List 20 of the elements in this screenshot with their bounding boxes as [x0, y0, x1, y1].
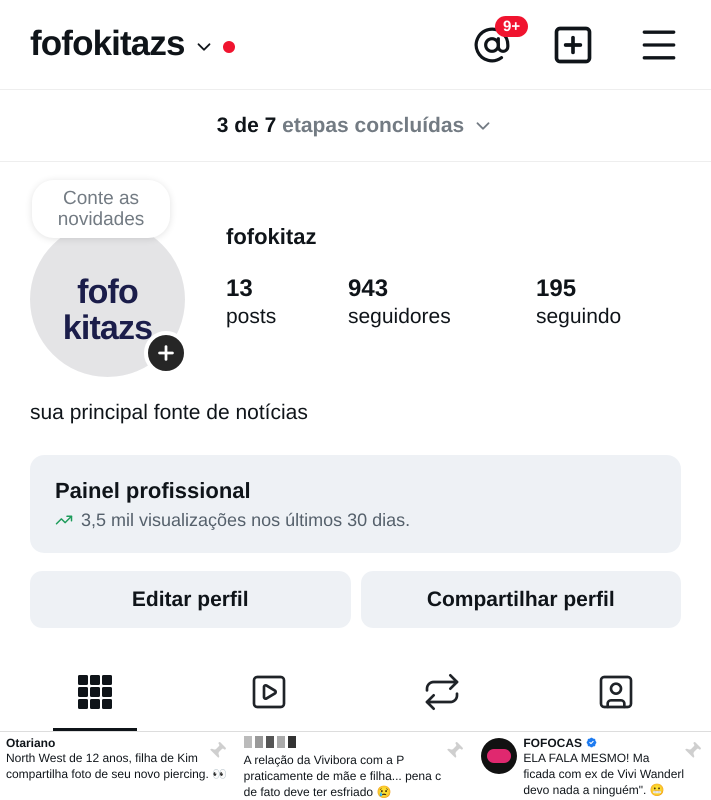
post-text: compartilha foto de seu novo piercing. 👀: [6, 766, 228, 782]
post-text: de fato deve ter esfriado 😢: [244, 784, 392, 800]
profile-name: fofokitaz: [226, 223, 318, 252]
post-text: ELA FALA MESMO! Ma: [523, 750, 650, 766]
post-author: Otariano: [6, 736, 56, 750]
logo-text: fofo: [77, 274, 138, 310]
post-text: devo nada a ninguém". 😬: [523, 782, 666, 798]
notification-badge: 9+: [495, 16, 528, 37]
dashboard-subtitle: 3,5 mil visualizações nos últimos 30 dias.: [81, 508, 410, 532]
post-text: praticamente de mãe e filha... pena c: [244, 768, 442, 784]
stat-value: 13: [226, 275, 254, 304]
post-author: FOFOCAS: [523, 736, 582, 750]
post-text: ficada com ex de Vivi Wanderl: [523, 766, 684, 782]
post-text: A relação da Vivibora com a P: [244, 752, 406, 768]
stat-value: 195: [536, 275, 578, 304]
logo-text: kitazs: [62, 310, 152, 346]
bio-text: sua principal fonte de notícias: [29, 400, 309, 426]
post-text: North West de 12 anos, filha de Kim: [6, 750, 199, 766]
dashboard-title: Painel profissional: [55, 476, 252, 505]
stat-value: 943: [348, 275, 390, 304]
